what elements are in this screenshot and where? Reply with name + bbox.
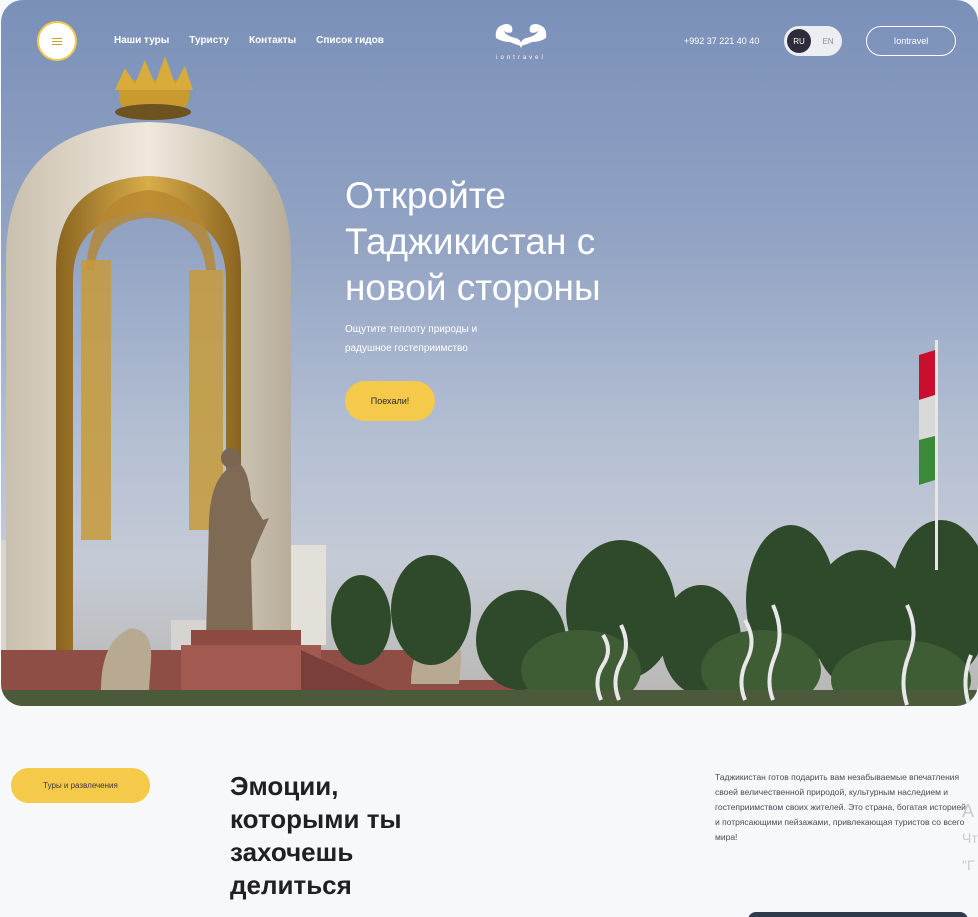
peek-line-2: Чт — [962, 830, 978, 846]
nav-link-tourist[interactable]: Туристу — [189, 35, 229, 46]
dark-card-edge[interactable] — [748, 912, 968, 917]
main-nav: Наши туры Туристу Контакты Список гидов — [114, 35, 384, 46]
section-description: Таджикистан готов подарить вам незабывае… — [715, 772, 966, 842]
peek-line-3: "Г — [962, 857, 975, 873]
hero-subtitle: Ощутите теплоту природы и радушное госте… — [345, 324, 478, 354]
nav-link-tours[interactable]: Наши туры — [114, 35, 169, 46]
account-button[interactable]: Iontravel — [866, 26, 956, 56]
next-slide-peek: A Чт "Г — [962, 798, 978, 879]
peek-line-1: A — [962, 801, 975, 821]
logo-text: iontravel — [496, 55, 546, 61]
cta-go-button[interactable]: Поехали! — [345, 381, 435, 421]
section-title: Эмоции, которыми ты захочешь делиться — [230, 771, 402, 900]
hero-section: Наши туры Туристу Контакты Список гидов … — [1, 0, 978, 706]
lang-ru-button[interactable]: RU — [787, 29, 811, 53]
hero-title: Откройте Таджикистан с новой стороны — [345, 175, 601, 308]
site-logo[interactable]: iontravel — [487, 20, 555, 66]
menu-button[interactable] — [37, 21, 77, 61]
language-switch: RU EN — [784, 26, 842, 56]
lang-en-button[interactable]: EN — [817, 29, 839, 53]
nav-link-guides[interactable]: Список гидов — [316, 35, 384, 46]
hamburger-icon — [52, 37, 62, 45]
nav-link-contacts[interactable]: Контакты — [249, 35, 296, 46]
phone-number[interactable]: +992 37 221 40 40 — [684, 36, 759, 46]
logo-icon — [495, 24, 547, 48]
section-tag-button[interactable]: Туры и развлечения — [11, 768, 150, 803]
